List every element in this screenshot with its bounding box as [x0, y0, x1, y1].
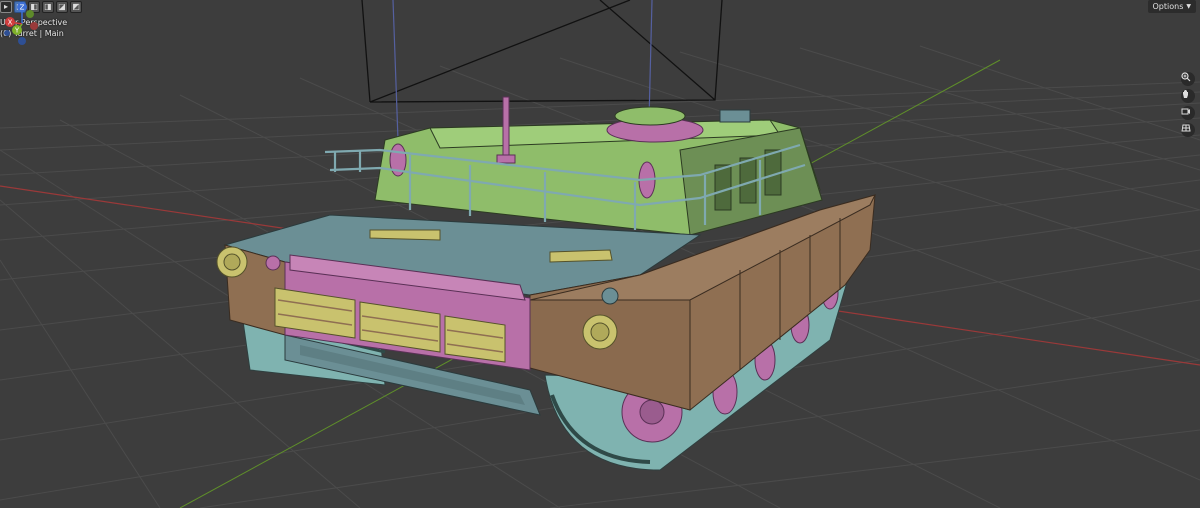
- z-axis-label: Z: [20, 4, 25, 12]
- y-axis-label: Y: [14, 27, 20, 35]
- options-label: Options: [1152, 2, 1184, 11]
- ortho-grid-icon[interactable]: [1181, 123, 1195, 137]
- camera-wireframe: [361, 0, 723, 103]
- x-axis-label: X: [8, 19, 13, 27]
- neg-x-handle: [30, 22, 38, 30]
- options-dropdown[interactable]: Options ▼: [1147, 0, 1196, 13]
- select-box-intersect-icon[interactable]: ◩: [70, 1, 82, 13]
- viewport-scene: [0, 0, 1200, 508]
- camera-icon[interactable]: [1181, 106, 1195, 120]
- turret: [374, 96, 823, 236]
- 3d-viewport[interactable]: ▸ ▦ ◧ ◨ ◪ ◩ User Perspective (0) Turret …: [0, 0, 1200, 508]
- zoom-icon[interactable]: [1181, 72, 1195, 86]
- navigation-gizmo[interactable]: Z X Y: [0, 0, 46, 46]
- select-box-difference-icon[interactable]: ◪: [56, 1, 68, 13]
- neg-z-handle: [18, 37, 26, 45]
- hand-pan-icon[interactable]: [1181, 89, 1195, 103]
- chevron-down-icon: ▼: [1186, 3, 1191, 10]
- neg-y-handle: [26, 10, 34, 18]
